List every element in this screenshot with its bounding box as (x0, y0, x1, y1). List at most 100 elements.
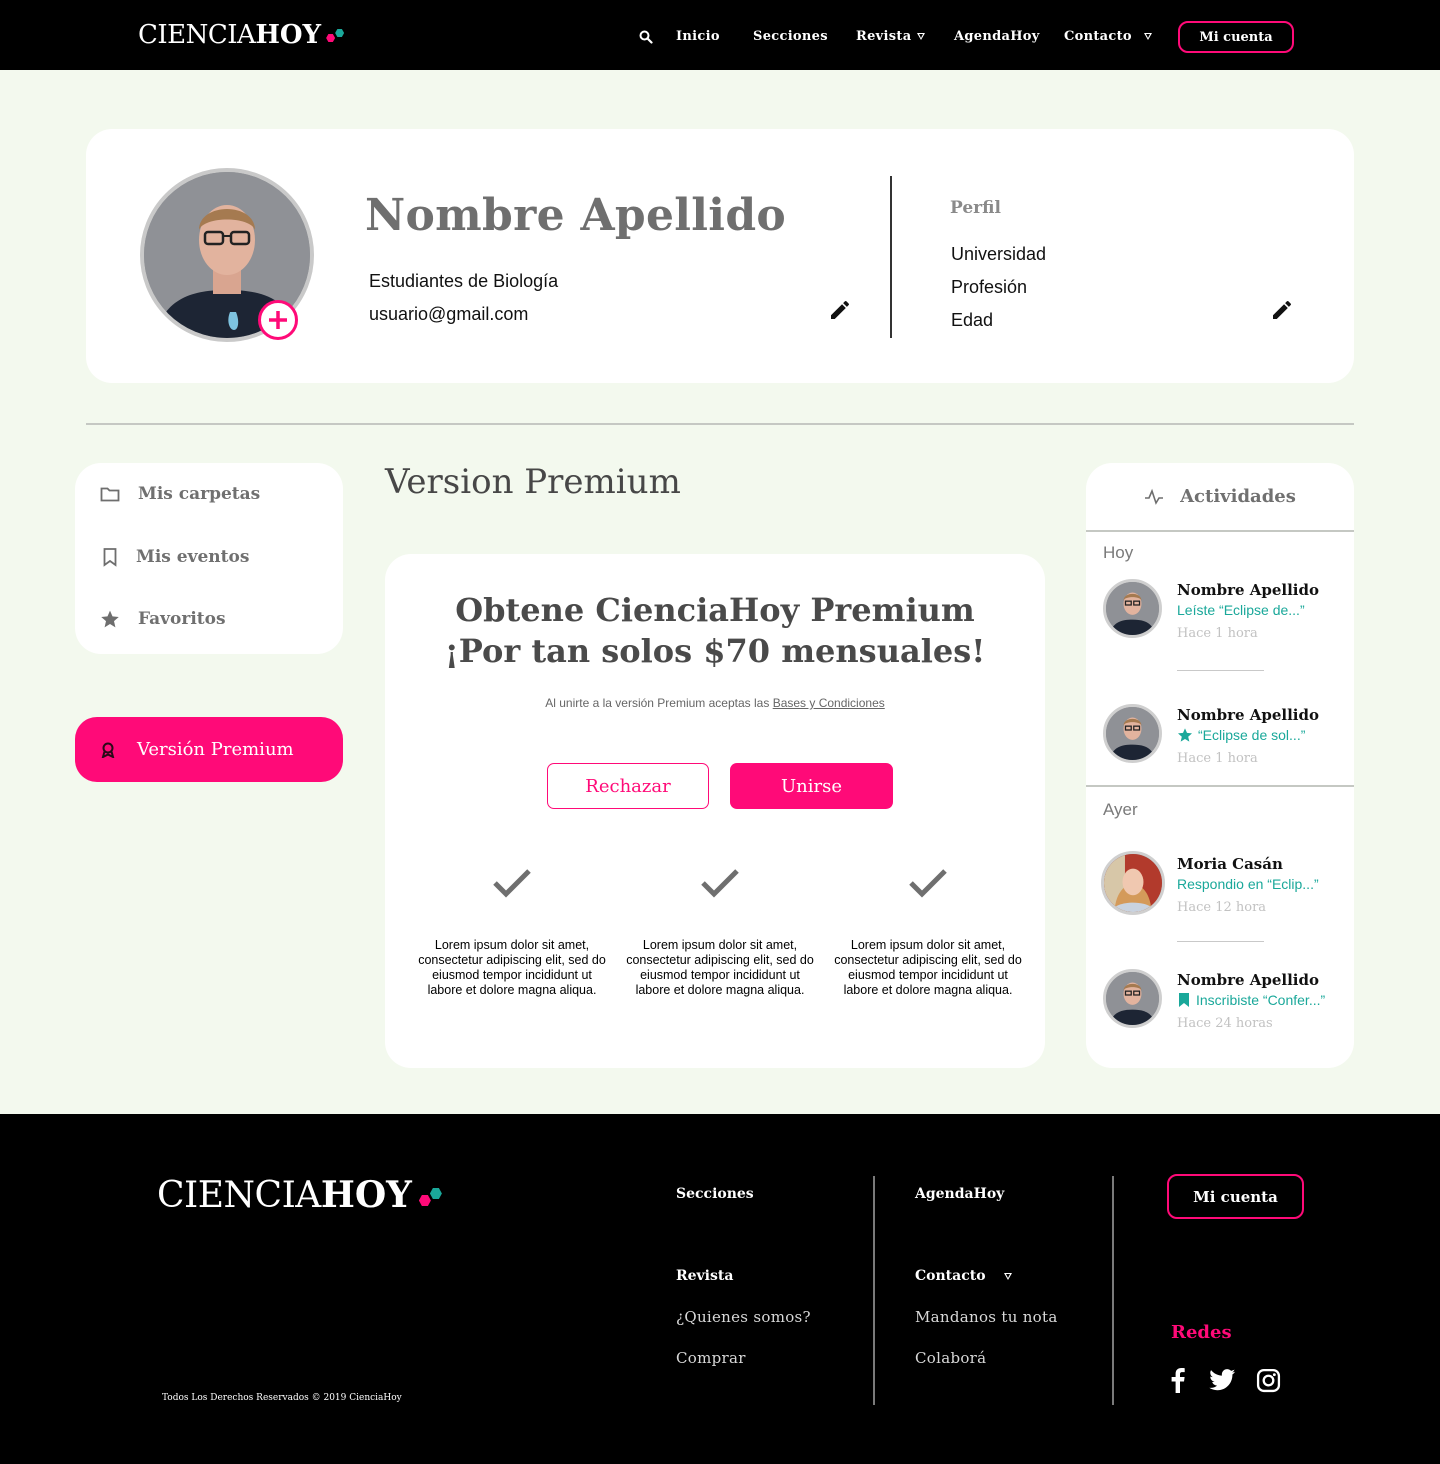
footer-link-contacto[interactable]: Contacto (915, 1268, 1012, 1284)
feature-description: Lorem ipsum dolor sit amet, consectetur … (834, 938, 1022, 997)
footer-link-agenda[interactable]: AgendaHoy (915, 1186, 1004, 1202)
chevron-down-icon (917, 33, 926, 40)
nav-agenda[interactable]: AgendaHoy (954, 29, 1040, 44)
terms-notice: Al unirte a la versión Premium aceptas l… (385, 696, 1045, 710)
activity-description-text: Respondio en “Eclip...” (1177, 876, 1319, 892)
activity-time: Hace 24 horas (1177, 1016, 1273, 1031)
star-icon (1178, 728, 1192, 742)
check-icon (909, 869, 947, 898)
activity-user-name[interactable]: Nombre Apellido (1177, 581, 1319, 599)
activity-description[interactable]: Respondio en “Eclip...” (1177, 876, 1319, 892)
logo-hexagons-icon (418, 1183, 444, 1207)
profile-email: usuario@gmail.com (369, 304, 529, 324)
folder-icon (100, 487, 120, 502)
activity-user-name[interactable]: Nombre Apellido (1177, 971, 1319, 989)
logo-hexagons-icon (325, 26, 345, 44)
avatar[interactable] (1101, 851, 1165, 915)
award-badge-icon (101, 742, 115, 758)
nav-revista-label: Revista (856, 29, 912, 44)
footer-link-quienes[interactable]: ¿Quienes somos? (676, 1308, 811, 1326)
offer-title-line2: ¡Por tan solos $70 mensuales! (444, 632, 986, 670)
footer-divider (873, 1176, 875, 1405)
social-heading: Redes (1171, 1322, 1232, 1343)
nav-contacto-label: Contacto (1064, 29, 1132, 44)
profile-divider (890, 176, 892, 338)
avatar[interactable] (1103, 704, 1162, 763)
logo-text-hoy: HOY (320, 1174, 412, 1216)
instagram-icon[interactable] (1256, 1368, 1281, 1393)
footer-link-colabora[interactable]: Colaborá (915, 1349, 986, 1367)
sidebar-item-label: Mis eventos (136, 547, 250, 567)
activities-header: Actividades (1086, 463, 1354, 532)
day-label-yesterday: Ayer (1103, 800, 1138, 819)
join-button[interactable]: Unirse (730, 763, 893, 809)
person-photo-icon (1106, 582, 1159, 635)
sidebar-item-favoritos[interactable]: Favoritos (100, 609, 226, 629)
account-button[interactable]: Mi cuenta (1178, 21, 1294, 53)
facebook-icon[interactable] (1167, 1367, 1189, 1393)
footer-account-button[interactable]: Mi cuenta (1167, 1174, 1304, 1219)
feature-description: Lorem ipsum dolor sit amet, consectetur … (626, 938, 814, 997)
footer-link-secciones[interactable]: Secciones (676, 1186, 754, 1202)
footer-link-revista[interactable]: Revista (676, 1268, 733, 1284)
sidebar-item-carpetas[interactable]: Mis carpetas (100, 484, 260, 504)
activity-user-name[interactable]: Nombre Apellido (1177, 706, 1319, 724)
avatar[interactable] (1103, 969, 1162, 1028)
bookmark-icon (103, 548, 117, 567)
nav-revista[interactable]: Revista (856, 29, 926, 44)
feature-description: Lorem ipsum dolor sit amet, consectetur … (418, 938, 606, 997)
footer (0, 1114, 1440, 1464)
day-divider (1086, 785, 1354, 787)
terms-link[interactable]: Bases y Condiciones (773, 696, 885, 710)
person-photo-icon (1104, 854, 1162, 912)
profile-section-label: Perfil (950, 198, 1001, 218)
add-photo-icon[interactable] (258, 300, 298, 340)
top-navbar: CIENCIA HOY Inicio Secciones Revista Age… (0, 0, 1440, 70)
activity-description[interactable]: Inscribiste “Confer...” (1177, 992, 1325, 1008)
star-icon (101, 610, 119, 628)
nav-contacto[interactable]: Contacto (1064, 29, 1152, 44)
nav-secciones[interactable]: Secciones (753, 29, 828, 44)
check-icon (701, 869, 739, 898)
chevron-down-icon (1143, 33, 1152, 40)
activity-time: Hace 1 hora (1177, 626, 1258, 641)
twitter-icon[interactable] (1209, 1369, 1236, 1391)
footer-link-nota[interactable]: Mandanos tu nota (915, 1308, 1058, 1326)
edit-pencil-icon[interactable] (828, 298, 852, 322)
chevron-down-icon (1003, 1272, 1012, 1280)
activity-time: Hace 12 hora (1177, 900, 1267, 915)
profile-field-profession: Profesión (951, 277, 1028, 297)
section-divider (86, 423, 1354, 425)
activity-description-text: Inscribiste “Confer...” (1196, 992, 1326, 1008)
profile-name: Nombre Apellido (365, 190, 787, 241)
activity-user-name[interactable]: Moria Casán (1177, 855, 1283, 873)
profile-group: Estudiantes de Biología (369, 271, 559, 291)
avatar[interactable] (1103, 579, 1162, 638)
activity-description-text: Leíste “Eclipse de...” (1177, 602, 1305, 618)
copyright-text: Todos Los Derechos Reservados © 2019 Cie… (162, 1393, 402, 1403)
day-label-today: Hoy (1103, 543, 1134, 562)
bookmark-icon (1179, 993, 1189, 1007)
sidebar-item-label: Mis carpetas (138, 484, 261, 504)
premium-version-button[interactable]: Versión Premium (75, 717, 343, 782)
activity-description-text: “Eclipse de sol...” (1198, 727, 1306, 743)
person-photo-icon (1106, 707, 1159, 760)
person-photo-icon (1106, 972, 1159, 1025)
reject-button[interactable]: Rechazar (547, 763, 709, 809)
sidebar-item-label: Favoritos (138, 609, 226, 629)
nav-inicio[interactable]: Inicio (676, 29, 720, 44)
activity-description[interactable]: Leíste “Eclipse de...” (1177, 602, 1305, 618)
footer-contacto-label: Contacto (915, 1268, 986, 1284)
footer-logo[interactable]: CIENCIA HOY (157, 1174, 444, 1216)
activity-pulse-icon (1145, 488, 1164, 505)
footer-link-comprar[interactable]: Comprar (676, 1349, 746, 1367)
search-icon[interactable] (639, 30, 653, 44)
profile-field-age: Edad (951, 310, 994, 330)
edit-pencil-icon[interactable] (1270, 298, 1294, 322)
profile-field-university: Universidad (951, 244, 1047, 264)
activity-description[interactable]: “Eclipse de sol...” (1177, 727, 1305, 743)
terms-text: Al unirte a la versión Premium aceptas l… (545, 696, 770, 710)
site-logo[interactable]: CIENCIA HOY (138, 20, 345, 50)
sidebar-item-eventos[interactable]: Mis eventos (102, 547, 249, 567)
activities-title: Actividades (1180, 486, 1296, 507)
